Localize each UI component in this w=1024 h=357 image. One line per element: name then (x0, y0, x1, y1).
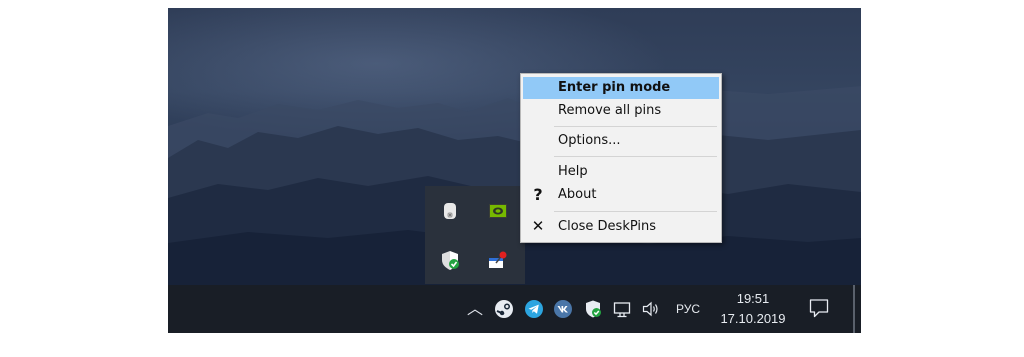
menu-item-options[interactable]: Options... (523, 130, 719, 152)
menu-separator (554, 126, 717, 127)
action-center-icon[interactable] (808, 297, 830, 319)
deskpins-context-menu: Enter pin mode Remove all pins Options..… (520, 73, 722, 243)
menu-item-about[interactable]: ? About (523, 184, 719, 206)
steam-icon[interactable] (494, 299, 514, 319)
menu-item-label: Options... (558, 133, 621, 148)
show-hidden-icons-chevron-icon[interactable]: ︿ (466, 296, 484, 322)
network-icon[interactable] (612, 299, 632, 319)
show-desktop-button[interactable] (853, 285, 855, 333)
menu-item-label: Close DeskPins (558, 219, 657, 234)
menu-item-label: Enter pin mode (558, 80, 671, 95)
tray-overflow-panel (425, 186, 525, 284)
menu-item-label: Help (558, 164, 588, 179)
question-mark-icon: ? (533, 185, 543, 204)
menu-item-label: Remove all pins (558, 103, 662, 118)
eject-device-icon[interactable] (439, 200, 461, 222)
volume-icon[interactable] (641, 299, 661, 319)
clock-time: 19:51 (736, 291, 770, 306)
vk-icon[interactable] (553, 299, 573, 319)
taskbar-clock[interactable]: 19:51 17.10.2019 (714, 289, 792, 329)
clock-date: 17.10.2019 (720, 311, 786, 326)
menu-item-close-deskpins[interactable]: ✕ Close DeskPins (523, 216, 719, 238)
deskpins-icon[interactable] (487, 249, 509, 271)
menu-item-label: About (558, 187, 597, 202)
input-language-indicator[interactable]: РУС (676, 302, 700, 316)
menu-item-remove-all-pins[interactable]: Remove all pins (523, 100, 719, 122)
telegram-icon[interactable] (524, 299, 544, 319)
windows-security-icon[interactable] (439, 249, 461, 271)
menu-item-enter-pin-mode[interactable]: Enter pin mode (523, 77, 719, 99)
menu-separator (554, 211, 717, 212)
close-x-icon: ✕ (531, 217, 545, 235)
defender-icon[interactable] (583, 299, 603, 319)
menu-separator (554, 156, 717, 157)
menu-item-help[interactable]: Help (523, 161, 719, 183)
nvidia-icon[interactable] (487, 200, 509, 222)
